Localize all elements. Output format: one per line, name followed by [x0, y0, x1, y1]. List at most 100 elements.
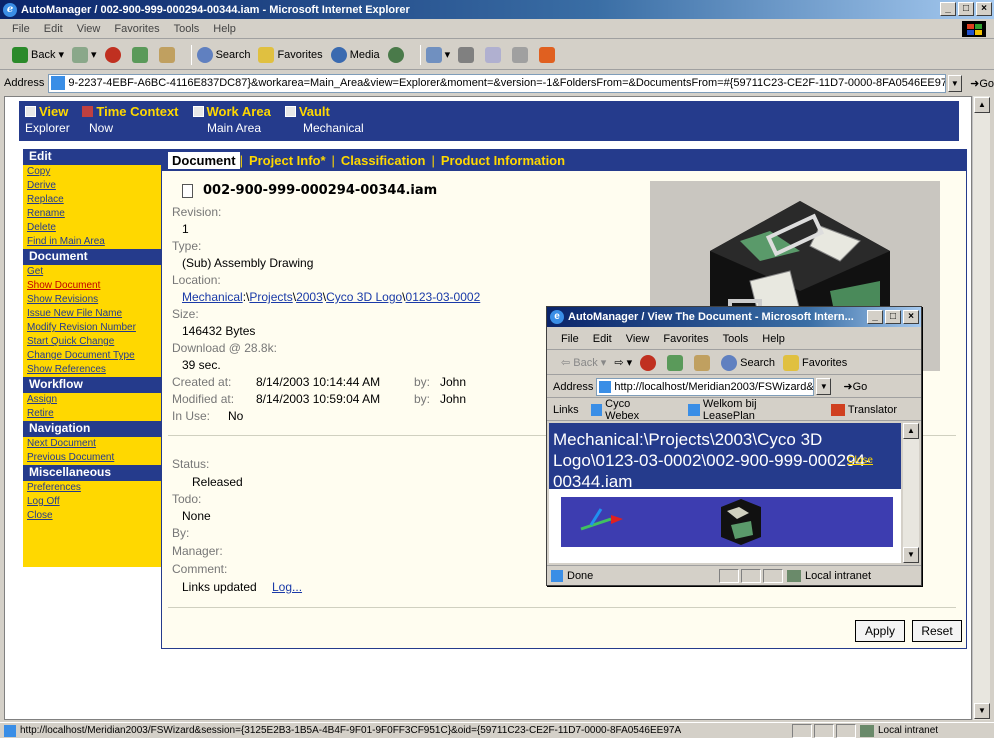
sidebar-heading-document: Document — [23, 249, 161, 265]
popup-menu-favorites[interactable]: Favorites — [663, 333, 708, 345]
link-cyco-webex[interactable]: Cyco Webex — [590, 398, 677, 422]
popup-menu-file[interactable]: File — [561, 333, 579, 345]
popup-menu-tools[interactable]: Tools — [723, 333, 749, 345]
back-button[interactable]: Back ▾ — [12, 46, 64, 63]
history-button[interactable] — [387, 46, 407, 63]
popup-refresh-button[interactable] — [667, 354, 686, 371]
popup-search-button[interactable]: Search — [721, 354, 775, 371]
popup-close-link[interactable]: Close — [847, 455, 873, 466]
popup-forward-button[interactable]: ⇨ ▾ — [614, 356, 632, 369]
popup-home-button[interactable] — [694, 354, 713, 371]
log-link[interactable]: Log... — [272, 580, 302, 594]
sidebar-link-derive[interactable]: Derive — [23, 179, 161, 193]
popup-favorites-button[interactable]: Favorites — [782, 354, 847, 371]
popup-back-button[interactable]: ⇦ Back ▾ — [561, 356, 606, 370]
popup-go-button[interactable]: ➜Go — [843, 380, 867, 393]
link-leaseplan[interactable]: Welkom bij LeasePlan — [688, 398, 818, 422]
go-button[interactable]: ➜Go — [970, 77, 994, 90]
close-button[interactable]: × — [976, 2, 992, 16]
popup-scroll-down-button[interactable]: ▼ — [903, 547, 919, 563]
reset-button[interactable]: Reset — [912, 620, 962, 642]
tab-classification[interactable]: Classification — [335, 153, 432, 168]
sidebar-link-find-in-main-area[interactable]: Find in Main Area — [23, 235, 161, 249]
sidebar-link-get[interactable]: Get — [23, 265, 161, 279]
minimize-button[interactable]: _ — [940, 2, 956, 16]
sidebar-link-preferences[interactable]: Preferences — [23, 481, 161, 495]
scroll-up-button[interactable]: ▲ — [974, 97, 990, 113]
media-button[interactable]: Media — [330, 46, 380, 63]
popup-maximize-button[interactable]: □ — [885, 310, 901, 324]
links-label: Links — [553, 403, 579, 416]
popup-scroll-up-button[interactable]: ▲ — [903, 423, 919, 439]
sidebar-link-copy[interactable]: Copy — [23, 165, 161, 179]
popup-menu-edit[interactable]: Edit — [593, 333, 612, 345]
action-sidebar: Edit Copy Derive Replace Rename Delete Find in… — [23, 149, 161, 567]
menu-edit[interactable]: Edit — [44, 23, 63, 35]
sidebar-link-show-document[interactable]: Show Document — [23, 279, 161, 293]
popup-links-bar: Links Cyco Webex Welkom bij LeasePlan Tr… — [547, 398, 921, 422]
maximize-button[interactable]: □ — [958, 2, 974, 16]
sidebar-link-previous-document[interactable]: Previous Document — [23, 451, 161, 465]
location-link-projects[interactable]: Projects — [249, 290, 292, 304]
sidebar-link-modify-revision-number[interactable]: Modify Revision Number — [23, 321, 161, 335]
home-button[interactable] — [158, 46, 178, 63]
address-dropdown[interactable]: ▼ — [947, 74, 963, 92]
discuss-button[interactable] — [512, 46, 531, 63]
favorites-icon — [782, 354, 799, 371]
stop-button[interactable] — [104, 46, 124, 63]
popup-menu-help[interactable]: Help — [762, 333, 785, 345]
sidebar-link-log-off[interactable]: Log Off — [23, 495, 161, 509]
popup-menu-view[interactable]: View — [626, 333, 650, 345]
apply-button[interactable]: Apply — [855, 620, 905, 642]
menu-view[interactable]: View — [77, 23, 101, 35]
popup-address-dropdown[interactable]: ▼ — [816, 378, 832, 395]
popup-scrollbar[interactable]: ▲ ▼ — [903, 423, 919, 563]
nav-vault[interactable]: Vault — [284, 104, 330, 119]
popup-minimize-button[interactable]: _ — [867, 310, 883, 324]
sidebar-link-start-quick-change[interactable]: Start Quick Change — [23, 335, 161, 349]
sidebar-link-replace[interactable]: Replace — [23, 193, 161, 207]
download-value: 39 sec. — [182, 358, 221, 372]
sidebar-link-rename[interactable]: Rename — [23, 207, 161, 221]
tab-document[interactable]: Document — [168, 151, 240, 169]
sidebar-link-show-references[interactable]: Show References — [23, 363, 161, 377]
sidebar-link-next-document[interactable]: Next Document — [23, 437, 161, 451]
popup-close-button[interactable]: × — [903, 310, 919, 324]
nav-time-context[interactable]: Time Context — [82, 104, 179, 119]
page-scrollbar[interactable]: ▲ ▼ — [972, 96, 990, 720]
location-link-mechanical[interactable]: Mechanical — [182, 290, 243, 304]
sidebar-link-issue-new-file-name[interactable]: Issue New File Name — [23, 307, 161, 321]
nav-view[interactable]: View — [25, 104, 68, 119]
forward-button[interactable]: ▾ — [72, 46, 97, 63]
sidebar-link-change-document-type[interactable]: Change Document Type — [23, 349, 161, 363]
sidebar-link-delete[interactable]: Delete — [23, 221, 161, 235]
mail-button[interactable]: ▾ — [425, 46, 450, 63]
favorites-button[interactable]: Favorites — [258, 46, 323, 63]
link-translator[interactable]: Translator — [830, 403, 909, 416]
menu-help[interactable]: Help — [213, 23, 236, 35]
location-link-cyco[interactable]: Cyco 3D Logo — [326, 290, 402, 304]
messenger-button[interactable] — [539, 46, 558, 63]
created-by-label: by: — [414, 375, 431, 389]
edit-button[interactable] — [485, 46, 504, 63]
menu-favorites[interactable]: Favorites — [114, 23, 159, 35]
tab-product-information[interactable]: Product Information — [435, 153, 571, 168]
sidebar-link-show-revisions[interactable]: Show Revisions — [23, 293, 161, 307]
location-link-folder[interactable]: 0123-03-0002 — [406, 290, 481, 304]
location-link-2003[interactable]: 2003 — [296, 290, 323, 304]
scroll-down-button[interactable]: ▼ — [974, 703, 990, 719]
sidebar-link-assign[interactable]: Assign — [23, 393, 161, 407]
address-input[interactable]: 9-2237-4EBF-A6BC-4116E837DC87}&workarea=… — [48, 73, 946, 93]
sidebar-link-retire[interactable]: Retire — [23, 407, 161, 421]
menu-file[interactable]: File — [12, 23, 30, 35]
search-button[interactable]: Search — [196, 46, 250, 63]
sidebar-link-close[interactable]: Close — [23, 509, 161, 523]
menu-tools[interactable]: Tools — [174, 23, 200, 35]
popup-address-input[interactable]: http://localhost/Meridian2003/FSWizard&s… — [596, 377, 815, 396]
nav-work-area[interactable]: Work Area — [192, 104, 271, 119]
translator-icon — [830, 403, 845, 416]
tab-project-info[interactable]: Project Info* — [243, 153, 332, 168]
print-button[interactable] — [458, 46, 477, 63]
refresh-button[interactable] — [131, 46, 151, 63]
popup-stop-button[interactable] — [640, 354, 659, 371]
